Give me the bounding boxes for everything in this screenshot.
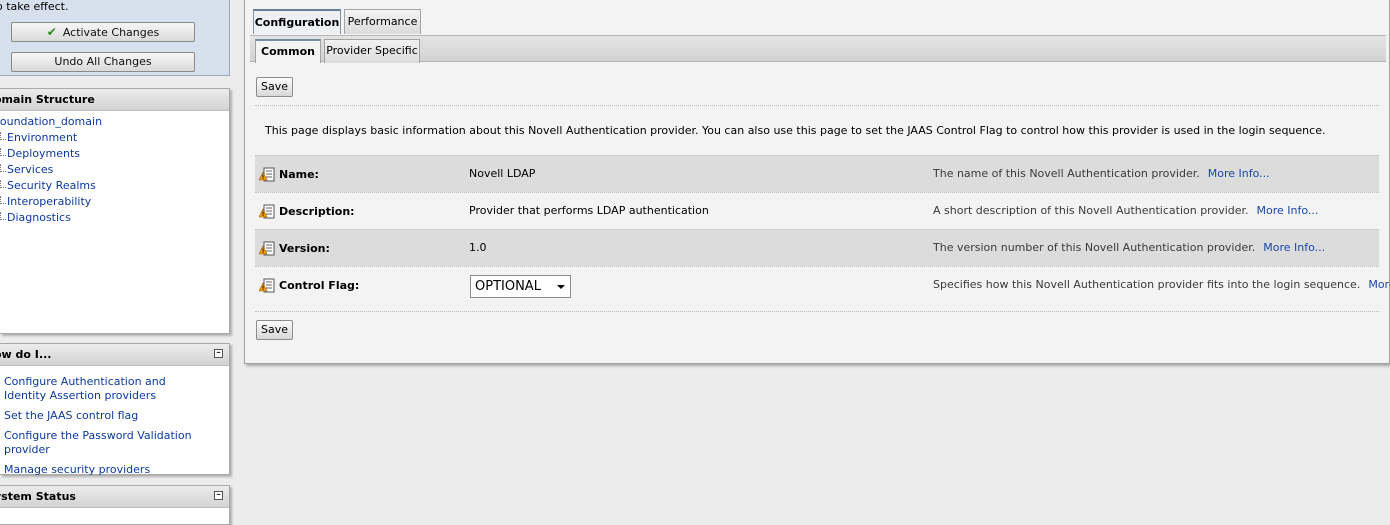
domain-tree: foundation_domain Environment Deployment… xyxy=(0,111,229,224)
property-row-name: Name: Novell LDAP The name of this Novel… xyxy=(255,155,1379,192)
dropdown-arrow-icon xyxy=(557,285,565,289)
checkmark-icon: ✔ xyxy=(46,25,57,39)
save-button-bottom[interactable]: Save xyxy=(256,320,293,340)
divider xyxy=(255,105,1379,106)
page-description: This page displays basic information abo… xyxy=(265,124,1326,137)
property-help: Specifies how this Novell Authentication… xyxy=(933,278,1390,291)
property-value: 1.0 xyxy=(469,241,487,254)
property-label: Description: xyxy=(279,205,355,218)
howto-manage-providers-link[interactable]: Manage security providers xyxy=(4,463,229,477)
info-warning-icon xyxy=(259,241,275,256)
tree-item-interoperability[interactable]: Interoperability xyxy=(0,195,91,208)
system-status-header: ystem Status – xyxy=(0,486,229,508)
tree-item-services[interactable]: Services xyxy=(0,163,53,176)
property-help: The version number of this Novell Authen… xyxy=(933,241,1326,254)
property-value: Provider that performs LDAP authenticati… xyxy=(469,204,709,217)
take-effect-text: o take effect. xyxy=(0,0,69,13)
undo-all-changes-button[interactable]: Undo All Changes xyxy=(11,52,195,72)
tree-root-domain[interactable]: foundation_domain xyxy=(0,115,102,128)
domain-structure-title: omain Structure xyxy=(0,93,95,106)
info-warning-icon xyxy=(259,167,275,182)
tab-performance[interactable]: Performance xyxy=(344,9,421,34)
property-label: Control Flag: xyxy=(279,279,360,292)
more-info-link[interactable]: More Info... xyxy=(1368,278,1390,291)
control-flag-select[interactable]: OPTIONAL xyxy=(470,275,571,298)
subtab-provider-specific[interactable]: Provider Specific xyxy=(324,39,420,63)
tree-item-environment[interactable]: Environment xyxy=(0,131,77,144)
more-info-link[interactable]: More Info... xyxy=(1257,204,1319,217)
property-value: Novell LDAP xyxy=(469,167,536,180)
how-do-i-title: ow do I... xyxy=(0,348,52,361)
tree-item-diagnostics[interactable]: Diagnostics xyxy=(0,211,71,224)
how-do-i-box: ow do I... – Configure Authentication an… xyxy=(0,343,230,477)
property-row-control-flag: Control Flag: OPTIONAL Specifies how thi… xyxy=(255,266,1390,304)
activate-changes-button[interactable]: ✔ Activate Changes xyxy=(11,22,195,42)
main-content-panel: Configuration Performance Common Provide… xyxy=(244,0,1390,364)
more-info-link[interactable]: More Info... xyxy=(1263,241,1325,254)
howto-password-validation-link[interactable]: Configure the Password Validation provid… xyxy=(4,429,229,457)
subtab-common[interactable]: Common xyxy=(255,39,321,63)
how-do-i-header: ow do I... – xyxy=(0,344,229,366)
divider xyxy=(255,311,1379,312)
how-do-i-list: Configure Authentication and Identity As… xyxy=(0,366,229,477)
info-warning-icon xyxy=(259,278,275,293)
info-warning-icon xyxy=(259,204,275,219)
tab-configuration[interactable]: Configuration xyxy=(253,9,341,34)
left-sidebar: o take effect. ✔ Activate Changes Undo Al… xyxy=(0,0,232,525)
system-status-box: ystem Status – xyxy=(0,485,230,525)
property-help: The name of this Novell Authentication p… xyxy=(933,167,1270,180)
property-label: Version: xyxy=(279,242,330,255)
property-label: Name: xyxy=(279,168,319,181)
tree-item-security-realms[interactable]: Security Realms xyxy=(0,179,96,192)
change-center-panel: o take effect. ✔ Activate Changes Undo Al… xyxy=(0,0,230,76)
collapse-icon[interactable]: – xyxy=(214,491,223,500)
tree-item-deployments[interactable]: Deployments xyxy=(0,147,80,160)
system-status-title: ystem Status xyxy=(0,490,76,503)
collapse-icon[interactable]: – xyxy=(214,349,223,358)
activate-changes-label: Activate Changes xyxy=(62,26,160,39)
secondary-tabs: Common Provider Specific xyxy=(250,35,1386,63)
property-row-version: Version: 1.0 The version number of this … xyxy=(255,229,1379,266)
more-info-link[interactable]: More Info... xyxy=(1208,167,1270,180)
howto-configure-auth-link[interactable]: Configure Authentication and Identity As… xyxy=(4,375,194,403)
domain-structure-box: omain Structure foundation_domain Enviro… xyxy=(0,88,230,334)
property-row-description: Description: Provider that performs LDAP… xyxy=(255,192,1379,229)
domain-structure-header: omain Structure xyxy=(0,89,229,111)
control-flag-selected-value: OPTIONAL xyxy=(475,279,541,294)
property-help: A short description of this Novell Authe… xyxy=(933,204,1319,217)
howto-jaas-flag-link[interactable]: Set the JAAS control flag xyxy=(4,409,229,423)
save-button-top[interactable]: Save xyxy=(256,77,293,97)
